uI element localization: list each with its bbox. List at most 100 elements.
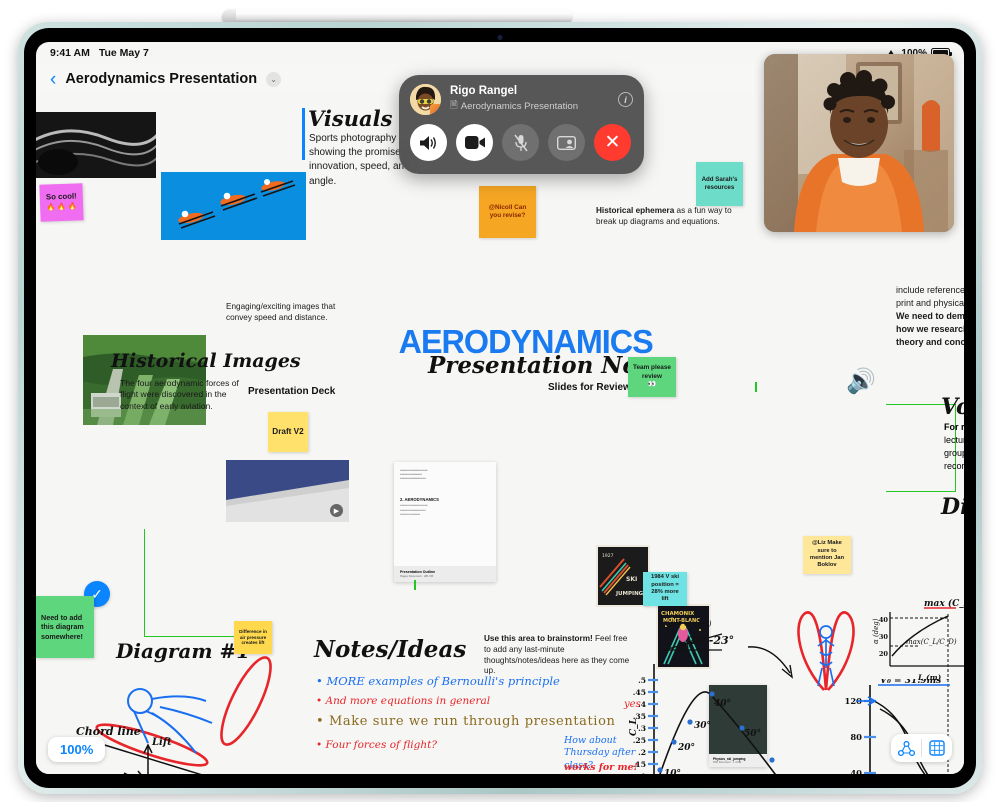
ipad-device: 9:41 AM Tue May 7 100% ‹ Aerodynamics Pr… [18,22,982,794]
svg-text:30: 30 [879,633,889,641]
caller-subtitle: 🗎 Aerodynamics Presentation [450,99,578,115]
play-icon[interactable]: ▶ [330,504,343,517]
document-icon: 🗎 [450,99,458,111]
bw-texture [36,112,156,178]
grid-tool-button[interactable] [922,734,952,762]
chart-alpha-vs-L: max (C_L) 403020 α (deg) L (m) max(C_L/C… [872,598,964,682]
device-screen: 9:41 AM Tue May 7 100% ‹ Aerodynamics Pr… [36,42,964,774]
svg-text:.45: .45 [633,688,646,697]
sticky-team-review[interactable]: Team please review 👀 [628,357,676,397]
voice-line-1: For re [944,422,964,432]
video-button[interactable] [456,124,493,161]
sticky-so-cool-emoji: 🔥 🔥 🔥 [46,203,77,212]
speaker-button[interactable] [410,124,447,161]
sticky-v-ski-text: 1984 V ski position = 28% more lift [650,574,680,603]
shape-tool-button[interactable] [891,734,921,762]
photo-ski-jumpers-blue[interactable] [161,172,306,240]
svg-text:.4: .4 [638,700,646,709]
video-participant-tile[interactable] [764,54,954,232]
sticky-draft-v2-text: Draft V2 [272,426,304,436]
photo-bw-skier[interactable] [36,112,156,178]
voice-note-body: For re lectur group recor [944,421,964,473]
svg-text:JUMPING: JUMPING [615,591,644,597]
share-screen-button[interactable] [548,124,585,161]
sticky-add-sarah[interactable]: Add Sarah's resources [696,162,743,206]
participant-video-art [764,54,954,232]
svg-text:30°: 30° [694,721,711,731]
note-bullet-4: • Four forces of flight? [316,739,437,751]
heading-diagram-right: Di [941,494,964,520]
mic-mute-button[interactable] [502,124,539,161]
caller-name: Rigo Rangel [450,85,518,98]
sticky-draft-v2[interactable]: Draft V2 [268,412,308,452]
svg-text:10°: 10° [664,769,681,774]
zoom-level-indicator[interactable]: 100% [48,737,106,762]
shared-doc-name: Aerodynamics Presentation [460,101,579,113]
svg-text:SKI: SKI [626,576,637,583]
sticky-revise-text: @Nicoll Can you revise? [488,203,527,219]
outline-filemeta: Pages Document · 281 KB [400,574,434,578]
svg-text:Lift: Lift [151,737,172,748]
status-time: 9:41 AM [50,47,90,59]
svg-text:1927: 1927 [602,553,614,559]
poster-ski-jumping[interactable]: SKI JUMPING 1927 [596,545,650,607]
sticky-need-diagram-text: Need to add this diagram somewhere! [41,613,84,641]
ski-jumpers-art [161,172,306,240]
mic-muted-icon [513,134,528,151]
share-screen-icon [557,135,576,150]
svg-text:.25: .25 [633,736,646,745]
voice-line-2: lectur [944,435,964,446]
status-date: Tue May 7 [98,47,149,59]
canvas-toolbar [891,734,952,762]
front-camera [497,35,503,40]
facetime-controls: ✕ [410,124,633,161]
sticky-team-review-emoji: 👀 [647,380,657,388]
svg-text:40: 40 [850,768,862,774]
svg-text:.5: .5 [638,676,646,685]
ephemera-bold: Historical ephemera [596,206,675,215]
svg-text:.1: .1 [638,772,646,774]
brainstorm-note: Use this area to brainstorm! Feel free t… [484,634,634,677]
photo-slope-navy[interactable]: ▶ [226,460,349,522]
svg-text:80: 80 [850,732,862,742]
heading-voice: Vo [941,394,964,420]
caption-ephemera: Historical ephemera as a fun way to brea… [596,206,736,228]
sticky-revise[interactable]: @Nicoll Can you revise? [479,186,536,238]
voice-line-3: group [944,448,964,459]
poster-art-1: SKI JUMPING 1927 [598,547,648,605]
video-camera-icon [464,136,485,149]
speaker-icon [420,135,436,150]
svg-text:α (deg): α (deg) [872,618,880,644]
avatar [410,84,441,115]
doc-presentation-outline[interactable]: ▪▪▪▪▪▪▪▪▪▪▪▪▪▪▪▪▪▪▪▪▪▪▪▪▪▪▪▪▪▪ ▪▪▪▪▪▪▪▪▪▪… [394,462,496,582]
screenshot-root: 9:41 AM Tue May 7 100% ‹ Aerodynamics Pr… [0,0,1000,802]
ref-line-4: how we researche [896,324,964,335]
svg-text:.15: .15 [633,760,646,769]
speaker-icon[interactable]: 🔊 [846,367,876,396]
svg-text:20°-23°: 20°-23° [687,634,734,647]
sticky-pressure-text: Difference in air pressure creates lift [239,628,267,646]
ref-line-3: We need to demon [896,311,964,322]
end-call-button[interactable]: ✕ [594,124,631,161]
info-icon[interactable]: i [618,92,633,107]
svg-text:C_L: C_L [629,718,639,736]
svg-text:50°: 50° [744,729,761,739]
outline-heading-2: 2. AERODYNAMICS [400,497,439,503]
historical-body: The four aerodynamic forces of flight we… [120,378,239,411]
app-badge-icon [430,104,441,115]
sticky-so-cool-text: So cool! [45,191,77,202]
back-button[interactable]: ‹ [50,70,56,89]
svg-text:.3: .3 [638,724,646,733]
ref-line-2: print and physical s [896,298,964,309]
heading-notes-ideas: Notes/Ideas [314,636,467,663]
sticky-so-cool[interactable]: So cool! 🔥 🔥 🔥 [39,183,84,222]
sticky-jan-boklov[interactable]: @Liz Make sure to mention Jan Boklov [803,536,851,574]
sticky-v-ski[interactable]: 1984 V ski position = 28% more lift [643,572,687,606]
facetime-call-bar[interactable]: Rigo Rangel 🗎 Aerodynamics Presentation … [399,75,644,174]
svg-text:(angle of skis): (angle of skis) [658,619,712,628]
chevron-down-icon[interactable]: ⌄ [266,71,282,87]
label-presentation-deck: Presentation Deck [248,386,336,397]
selection-connector [414,580,416,590]
page-title: Aerodynamics Presentation [65,71,258,87]
svg-text:40: 40 [879,616,889,624]
